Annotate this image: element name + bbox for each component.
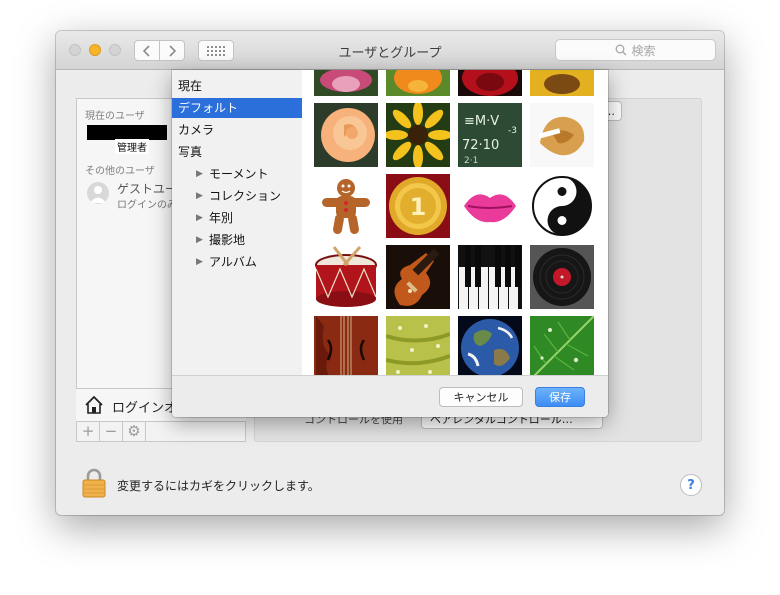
lips-image[interactable] xyxy=(458,174,522,238)
search-icon xyxy=(616,44,627,56)
yellow-daisy-image[interactable] xyxy=(386,103,450,167)
search-input[interactable]: 検索 xyxy=(555,39,716,61)
login-options-label: ログインオ xyxy=(112,401,178,416)
disclosure-triangle-icon[interactable]: ▶ xyxy=(196,186,203,206)
disclosure-triangle-icon[interactable]: ▶ xyxy=(196,208,203,228)
add-user-button[interactable]: + xyxy=(77,422,100,441)
current-user-item[interactable]: 管理者 xyxy=(87,125,167,154)
lock-instruction-text: 変更するにはカギをクリックします。 xyxy=(117,479,320,493)
search-placeholder: 検索 xyxy=(631,43,656,58)
source-item-places[interactable]: ▶ 撮影地 xyxy=(172,230,302,250)
title-bar: ユーザとグループ 検索 xyxy=(56,31,724,70)
remove-user-button[interactable]: − xyxy=(100,422,123,441)
picture-source-list: 現在 デフォルト カメラ 写真 ▶ モーメント ▶ コレクション ▶ 年別 ▶ 撮影地 … xyxy=(172,70,302,375)
user-role-label: 管理者 xyxy=(115,139,149,154)
other-users-header: その他のユーザ xyxy=(85,166,155,177)
vinyl-record-image[interactable] xyxy=(530,245,594,309)
action-gear-button[interactable]: ⚙ xyxy=(123,422,146,441)
disclosure-triangle-icon[interactable]: ▶ xyxy=(196,164,203,184)
picture-grid: ≡M·V 72·10 -3 2·1 1 xyxy=(302,70,608,375)
source-item-current[interactable]: 現在 xyxy=(172,76,302,96)
svg-text:1: 1 xyxy=(410,193,427,221)
violin-image[interactable] xyxy=(314,316,378,375)
user-list-toolbar: + − ⚙ xyxy=(76,421,246,442)
drum-image[interactable] xyxy=(314,245,378,309)
piano-keys-image[interactable] xyxy=(458,245,522,309)
gingerbread-man-image[interactable] xyxy=(314,174,378,238)
source-item-camera[interactable]: カメラ xyxy=(172,120,302,140)
source-item-albums[interactable]: ▶ アルバム xyxy=(172,252,302,272)
poppy-image[interactable] xyxy=(386,70,450,96)
guest-user-subtitle: ログインのみ xyxy=(117,200,177,211)
yin-yang-image[interactable] xyxy=(530,174,594,238)
svg-text:72·10: 72·10 xyxy=(462,138,499,153)
source-item-default[interactable]: デフォルト xyxy=(172,98,302,118)
picture-picker-popover: 現在 デフォルト カメラ 写真 ▶ モーメント ▶ コレクション ▶ 年別 ▶ 撮影地 … xyxy=(172,70,608,417)
guitar-image[interactable] xyxy=(386,245,450,309)
svg-text:-3: -3 xyxy=(508,126,517,136)
peach-rose-image[interactable] xyxy=(314,103,378,167)
help-button[interactable]: ? xyxy=(680,474,702,496)
lotus-image[interactable] xyxy=(314,70,378,96)
source-item-years[interactable]: ▶ 年別 xyxy=(172,208,302,228)
gold-medal-image[interactable]: 1 xyxy=(386,174,450,238)
picker-footer: キャンセル 保存 xyxy=(172,375,608,417)
sunflower-image[interactable] xyxy=(530,70,594,96)
disclosure-triangle-icon[interactable]: ▶ xyxy=(196,252,203,272)
source-item-collections[interactable]: ▶ コレクション xyxy=(172,186,302,206)
disclosure-triangle-icon[interactable]: ▶ xyxy=(196,230,203,250)
leaf-image[interactable] xyxy=(530,316,594,375)
house-icon xyxy=(85,395,103,414)
source-item-photos[interactable]: 写真 xyxy=(172,142,302,162)
svg-text:2·1: 2·1 xyxy=(464,156,478,166)
cancel-button[interactable]: キャンセル xyxy=(439,387,523,407)
source-item-moments[interactable]: ▶ モーメント xyxy=(172,164,302,184)
earth-image[interactable] xyxy=(458,316,522,375)
red-rose-image[interactable] xyxy=(458,70,522,96)
svg-text:≡M·V: ≡M·V xyxy=(464,114,499,129)
cactus-image[interactable] xyxy=(386,316,450,375)
current-users-header: 現在のユーザ xyxy=(85,111,145,122)
guest-avatar-icon xyxy=(87,182,109,204)
save-button[interactable]: 保存 xyxy=(535,387,585,407)
fortune-cookie-image[interactable] xyxy=(530,103,594,167)
guest-user-name: ゲストユー xyxy=(117,182,178,196)
chalkboard-image[interactable]: ≡M·V 72·10 -3 2·1 xyxy=(458,103,522,167)
redacted-username xyxy=(87,125,167,140)
lock-icon[interactable] xyxy=(82,468,106,498)
